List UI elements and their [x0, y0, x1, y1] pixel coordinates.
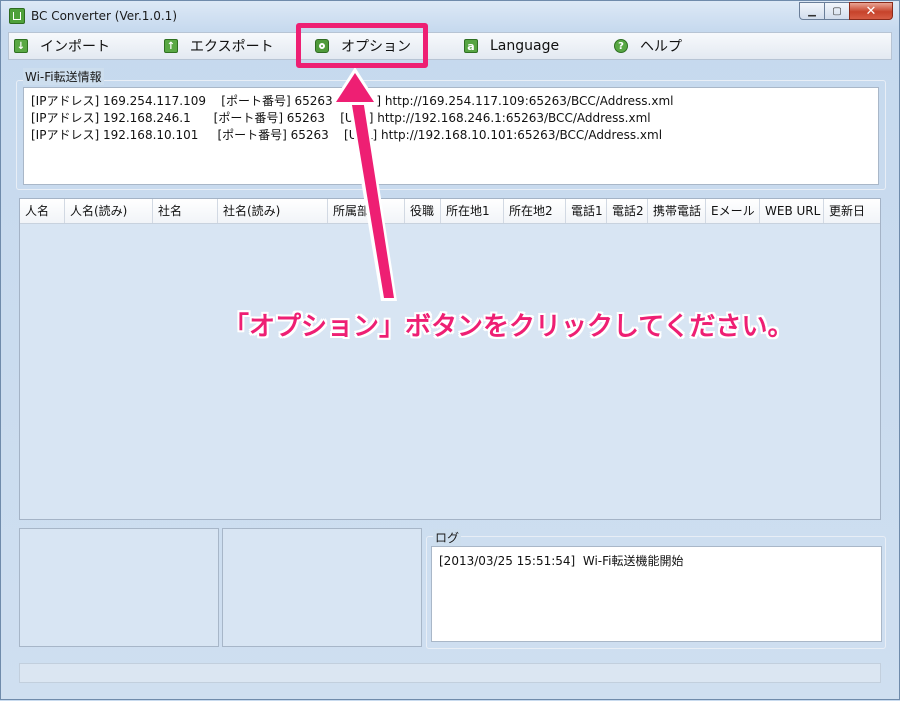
callout-arrow-icon [331, 67, 397, 301]
option-highlight-frame [296, 23, 428, 68]
app-window: BC Converter (Ver.1.0.1) ▁ ▢ ✕ ↓ インポート ↑… [0, 0, 900, 700]
instruction-callout: 「オプション」ボタンをクリックしてください。 [223, 312, 794, 342]
